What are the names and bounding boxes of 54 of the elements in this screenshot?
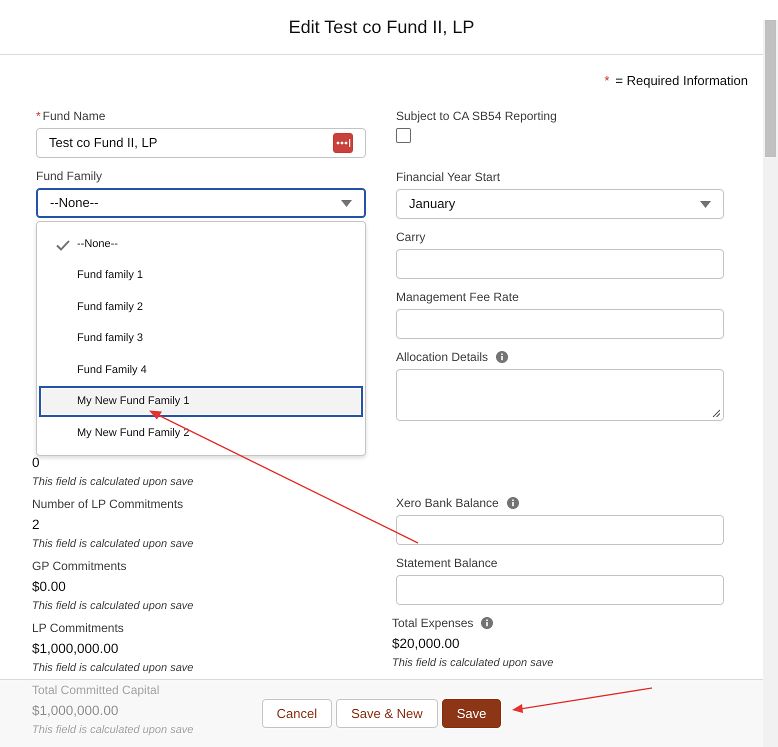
field-value: $0.00 <box>32 578 66 596</box>
input-field[interactable] <box>396 515 724 545</box>
footer-button[interactable]: Save & New <box>336 699 438 728</box>
required-asterisk: * <box>36 108 41 125</box>
modal-title: Edit Test co Fund II, LP <box>288 16 474 38</box>
field-label: GP Commitments <box>32 558 126 575</box>
required-asterisk: * <box>604 72 610 90</box>
scrollbar-thumb[interactable] <box>765 20 776 157</box>
select-field[interactable]: --None-- <box>36 188 366 218</box>
input-field[interactable] <box>396 309 724 339</box>
field-label: Number of LP Commitments <box>32 496 184 513</box>
text-area[interactable] <box>396 369 724 421</box>
dropdown-arrow-icon <box>700 200 711 208</box>
footer-button[interactable]: Cancel <box>262 699 332 728</box>
save-button[interactable]: Save <box>442 699 502 728</box>
field-label: Allocation Details <box>396 349 488 366</box>
field-value: $1,000,000.00 <box>32 640 118 658</box>
field-label: Total Expenses <box>392 615 474 632</box>
input-field[interactable]: Test co Fund II, LP <box>36 128 366 158</box>
dropdown-option[interactable]: Fund Family 4 <box>39 354 363 386</box>
input-field[interactable] <box>396 575 724 605</box>
field-label: Xero Bank Balance <box>396 495 499 512</box>
dropdown-option[interactable]: Fund family 3 <box>39 322 363 354</box>
dots-icon <box>333 133 353 153</box>
field-hint: This field is calculated upon save <box>32 537 194 552</box>
scrollbar[interactable] <box>763 20 778 747</box>
dropdown-arrow-icon <box>341 200 352 206</box>
field-hint: This field is calculated upon save <box>32 723 194 738</box>
resize-handle-icon <box>712 409 720 417</box>
field-label: Subject to CA SB54 Reporting <box>396 108 558 125</box>
field-hint: This field is calculated upon save <box>32 475 194 490</box>
field-hint: This field is calculated upon save <box>392 656 554 671</box>
field-label: Financial Year Start <box>396 169 500 186</box>
field-value: 2 <box>32 516 40 534</box>
field-label: Total Committed Capital <box>32 682 160 699</box>
field-label: Fund Name <box>42 108 106 125</box>
input-field[interactable] <box>396 249 724 279</box>
field-hint: This field is calculated upon save <box>32 599 194 614</box>
field-value: $1,000,000.00 <box>32 702 118 720</box>
dropdown-option[interactable]: Fund family 2 <box>39 291 363 322</box>
dropdown-option[interactable]: --None-- <box>39 228 363 260</box>
field-value: 0 <box>32 454 40 472</box>
required-note: = Required Information <box>615 72 748 90</box>
field-label: Statement Balance <box>396 555 498 572</box>
field-label: Carry <box>396 229 426 246</box>
field-label: Fund Family <box>36 168 102 185</box>
field-label: LP Commitments <box>32 620 124 637</box>
dropdown-option[interactable]: My New Fund Family 1 <box>39 386 363 417</box>
dropdown-option[interactable]: Fund family 1 <box>39 260 363 291</box>
checkbox[interactable] <box>396 128 411 143</box>
field-label: Management Fee Rate <box>396 289 519 306</box>
field-hint: This field is calculated upon save <box>32 661 194 676</box>
field-value: $20,000.00 <box>392 635 460 653</box>
select-field[interactable]: January <box>396 189 724 219</box>
